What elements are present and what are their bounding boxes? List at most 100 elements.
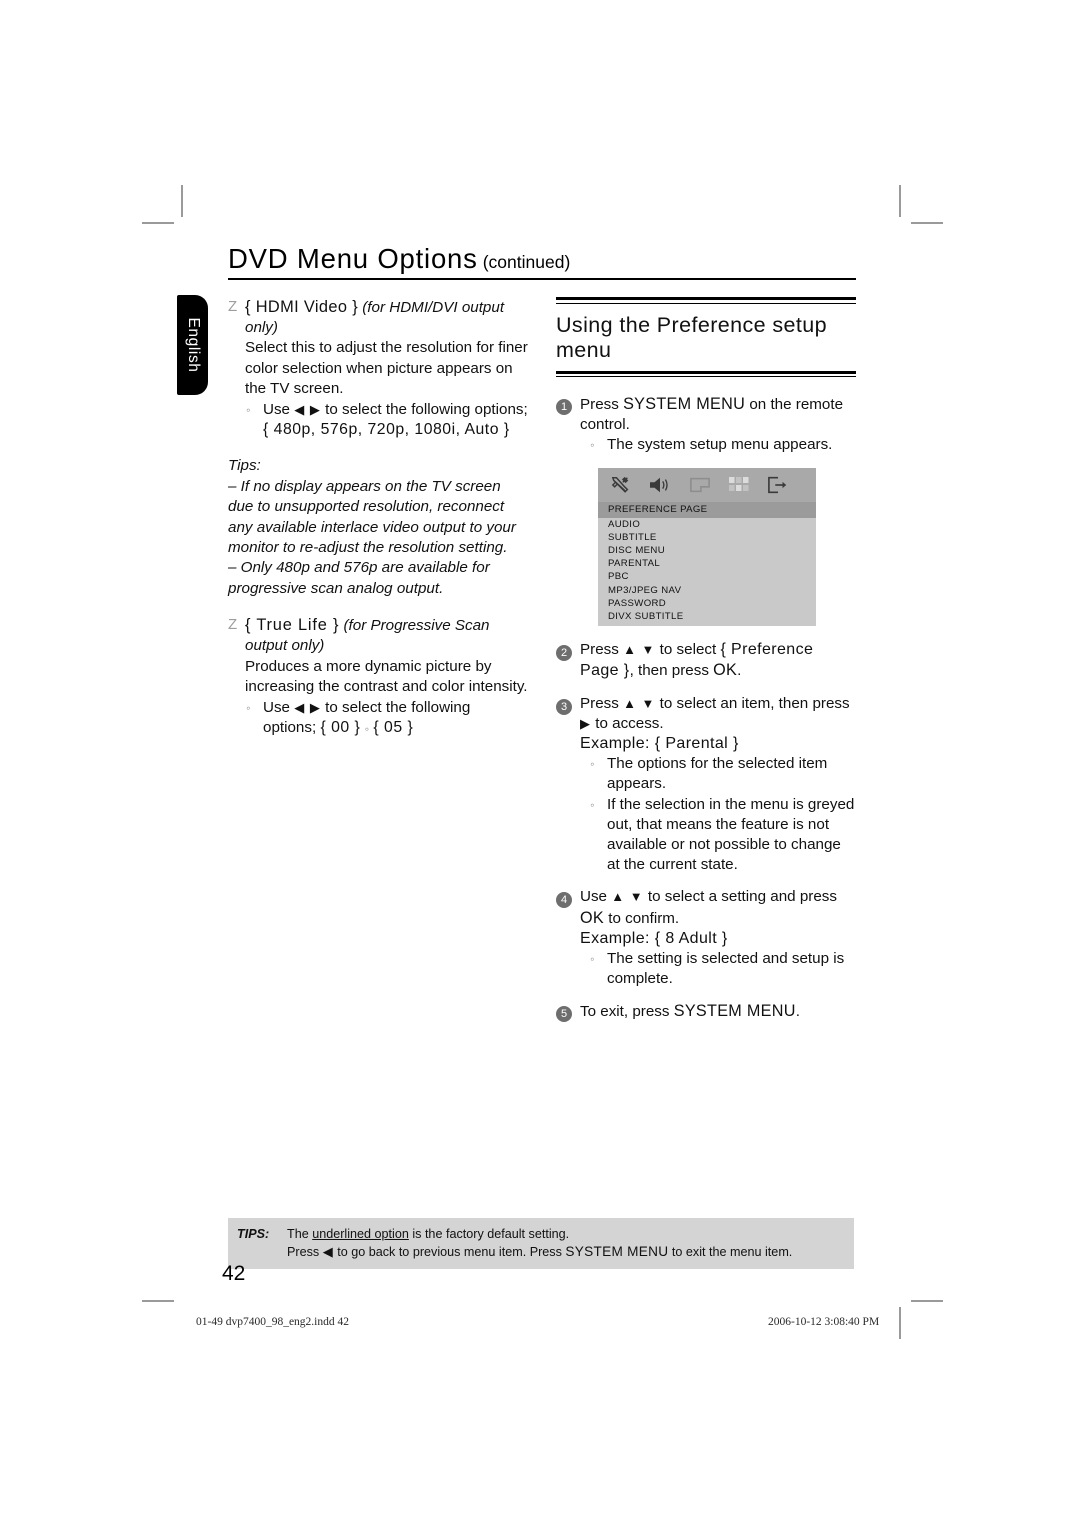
left-right-arrows-icon: ◀ ▶ (294, 700, 321, 716)
sub-bullet-icon: ⸰ (246, 406, 251, 416)
options-separator-icon: ⸰ (364, 725, 370, 735)
osd-row-subtitle[interactable]: SUBTITLE (598, 531, 816, 544)
title-rule (228, 278, 856, 280)
left-column: Z { HDMI Video } (for HDMI/DVI output on… (228, 297, 528, 1023)
sub-list-item: ⸰ The system setup menu appears. (590, 435, 856, 457)
step1-sub-text: The system setup menu appears. (607, 436, 833, 454)
true-life-paragraph: Produces a more dynamic picture by incre… (245, 657, 528, 695)
language-tab-label: English (184, 317, 202, 373)
tips-bar-row-1: TIPS: The underlined option is the facto… (228, 1225, 854, 1243)
section-title: Using the Preference setup menu (556, 312, 827, 363)
step-number-badge: 5 (556, 1001, 580, 1023)
screen-icon (688, 475, 712, 495)
sub-list-item: ⸰ The options for the selected item appe… (590, 754, 856, 794)
step5-system-menu: SYSTEM MENU (673, 1002, 796, 1021)
step4-text-c: to confirm. (608, 909, 680, 927)
step4-ok: OK (580, 908, 604, 927)
list-item: Z { HDMI Video } (for HDMI/DVI output on… (228, 297, 528, 399)
step3-sub-2: If the selection in the menu is greyed o… (607, 795, 855, 874)
page-title: DVD Menu Options (228, 243, 478, 274)
step3-sub-1: The options for the selected item appear… (607, 755, 828, 793)
up-down-arrows-icon: ▲ ▼ (623, 642, 656, 658)
true-life-options-last: { 05 } (373, 719, 414, 737)
tips-line-2: – Only 480p and 576p are available for p… (228, 559, 490, 597)
crop-mark-bottom-right-vertical (899, 1307, 901, 1339)
step-number-badge: 4 (556, 887, 580, 989)
sub-bullet-icon: ⸰ (590, 800, 595, 810)
sub-bullet-icon: ⸰ (590, 955, 595, 965)
step2-text-d: . (737, 662, 742, 680)
tips-bar: TIPS: The underlined option is the facto… (228, 1218, 854, 1269)
osd-row-pbc[interactable]: PBC (598, 570, 816, 583)
section-rule-top (556, 297, 856, 304)
crop-mark-bottom-right-horizontal (911, 1300, 943, 1302)
left-arrow-icon: ◀ (322, 1244, 334, 1259)
tips-label: Tips: (228, 457, 261, 475)
tips-line1-a: The (287, 1227, 309, 1241)
true-life-use-prefix: Use (263, 699, 291, 717)
crop-mark-top-left-horizontal (142, 222, 174, 224)
hdmi-video-heading: { HDMI Video } (245, 298, 359, 316)
hdmi-video-paragraph: Select this to adjust the resolution for… (245, 339, 528, 397)
tips-bar-row-2: Press ◀ to go back to previous menu item… (228, 1243, 854, 1261)
osd-row-mp3-jpeg-nav[interactable]: MP3/JPEG NAV (598, 584, 816, 597)
true-life-options-first: { 00 } (320, 719, 361, 737)
hdmi-use-prefix: Use (263, 401, 291, 419)
right-arrow-icon: ▶ (580, 715, 591, 731)
up-down-arrows-icon: ▲ ▼ (623, 695, 656, 711)
left-right-arrows-icon: ◀ ▶ (294, 402, 321, 418)
osd-row-parental[interactable]: PARENTAL (598, 557, 816, 570)
print-footer-timestamp: 2006-10-12 3:08:40 PM (768, 1316, 880, 1328)
osd-row-disc-menu[interactable]: DISC MENU (598, 544, 816, 557)
tips-line2-c: to exit the menu item. (671, 1245, 793, 1259)
right-column: Using the Preference setup menu 1 Press … (556, 297, 856, 1023)
step1-system-menu: SYSTEM MENU (623, 395, 746, 413)
osd-row-divx-subtitle[interactable]: DIVX SUBTITLE (598, 610, 816, 623)
section-rule-bottom (556, 370, 856, 377)
osd-icon-bar (598, 468, 816, 503)
crop-mark-top-right-vertical (899, 185, 901, 217)
osd-row-password[interactable]: PASSWORD (598, 597, 816, 610)
list-item: Z { True Life } (for Progressive Scan ou… (228, 615, 528, 697)
step5-text-a: To exit, press (580, 1003, 670, 1021)
osd-screenshot: PREFERENCE PAGE AUDIO SUBTITLE DISC MENU… (598, 468, 816, 627)
step2-ok: OK (713, 661, 738, 680)
crop-mark-bottom-left-horizontal (142, 1300, 174, 1302)
step3-text-a: Press (580, 694, 619, 712)
hdmi-options-line: { 480p, 576p, 720p, 1080i, Auto } (263, 421, 510, 439)
osd-menu-list: PREFERENCE PAGE AUDIO SUBTITLE DISC MENU… (598, 502, 816, 627)
sub-list-item: ⸰ If the selection in the menu is greyed… (590, 795, 856, 876)
sub-list-item: ⸰ The setting is selected and setup is c… (590, 949, 856, 989)
tips-block: Tips: – If no display appears on the TV … (228, 456, 528, 599)
grid-icon (728, 475, 750, 495)
step-4: 4 Use ▲ ▼ to select a setting and press … (556, 887, 856, 989)
step1-text-a: Press (580, 396, 619, 413)
step-1: 1 Press SYSTEM MENU on the remote contro… (556, 394, 856, 457)
tips-line-1: – If no display appears on the TV screen… (228, 477, 516, 557)
osd-row-audio[interactable]: AUDIO (598, 518, 816, 531)
osd-row-preference-page[interactable]: PREFERENCE PAGE (598, 502, 816, 518)
step-number-badge: 2 (556, 640, 580, 681)
step3-text-b: to select an item, then press (659, 694, 850, 712)
print-footer-filename: 01-49 dvp7400_98_eng2.indd 42 (196, 1316, 350, 1328)
tips-line1-b: is the factory default setting. (412, 1227, 570, 1241)
step4-sub-1: The setting is selected and setup is com… (607, 950, 845, 988)
up-down-arrows-icon: ▲ ▼ (611, 889, 644, 905)
page-title-continued: (continued) (482, 252, 571, 272)
step5-text-b: . (795, 1003, 800, 1021)
step3-text-c: to access. (595, 714, 664, 732)
step-number-badge: 3 (556, 694, 580, 876)
sub-list-item: ⸰ Use ◀ ▶ to select the following option… (246, 698, 528, 741)
step4-text-b: to select a setting and press (647, 888, 837, 906)
step2-text-c: , then press (629, 662, 709, 680)
sub-list-item: ⸰ Use ◀ ▶ to select the following option… (246, 400, 528, 440)
tips-line1-underlined: underlined option (312, 1227, 409, 1241)
language-tab: English (177, 295, 208, 395)
step-2: 2 Press ▲ ▼ to select { Preference Page … (556, 640, 856, 681)
page-title-row: DVD Menu Options (continued) (228, 243, 856, 275)
true-life-options-label: options; (263, 719, 317, 737)
sub-bullet-icon: ⸰ (590, 441, 595, 451)
crop-mark-top-left-vertical (181, 185, 183, 217)
column-gap (528, 297, 556, 1023)
z-marker-icon: Z (228, 298, 238, 315)
